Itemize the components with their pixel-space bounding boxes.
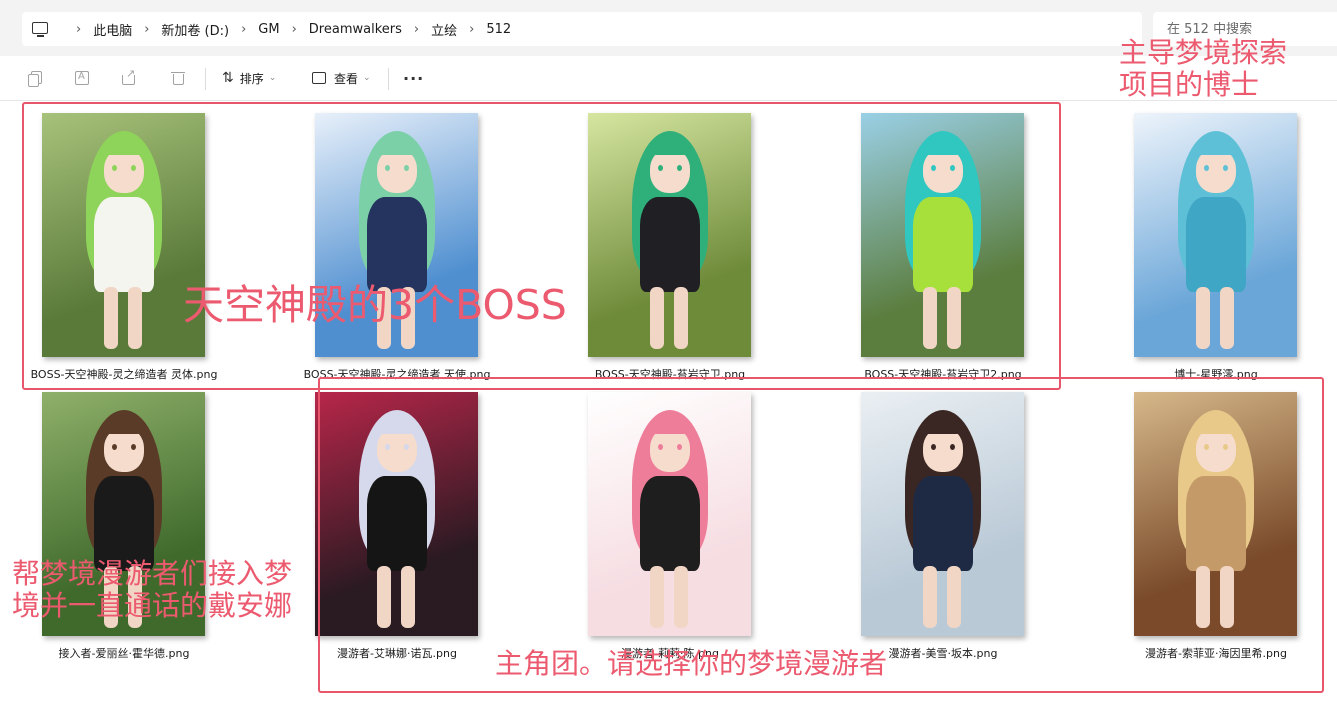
breadcrumb-gm[interactable]: GM [258, 22, 279, 37]
doctor-annotation-line: 主导梦境探索 [1119, 36, 1288, 69]
file-name[interactable]: 接入者-爱丽丝·霍华德.png [0, 645, 254, 661]
view-icon [312, 72, 326, 84]
chevron-down-icon: ⌄ [363, 73, 371, 83]
chevron-right-icon[interactable]: › [469, 22, 474, 37]
chevron-down-icon: ⌄ [268, 73, 277, 83]
computer-icon[interactable] [32, 22, 50, 37]
more-icon: ··· [403, 68, 425, 88]
sort-label: 排序 [239, 71, 264, 86]
sort-icon: ⇅ [222, 70, 234, 86]
view-label: 查看 [334, 71, 359, 86]
rename-button[interactable] [75, 68, 89, 88]
chevron-right-icon[interactable]: › [292, 22, 297, 37]
copy-icon [28, 71, 42, 87]
image-thumbnail[interactable] [1134, 113, 1297, 357]
connector-annotation: 帮梦境漫游者们接入梦 境并一直通话的戴安娜 [12, 557, 293, 623]
team-highlight-box [318, 377, 1324, 693]
breadcrumb[interactable]: › 此电脑 › 新加卷 (D:) › GM › Dreamwalkers › 立… [22, 12, 1142, 46]
view-button[interactable]: 查看 ⌄ [312, 68, 371, 88]
chevron-right-icon[interactable]: › [414, 22, 419, 37]
search-input[interactable] [1167, 21, 1327, 37]
trash-icon [171, 71, 185, 85]
rename-icon [75, 71, 89, 85]
connector-annotation-line: 帮梦境漫游者们接入梦 [12, 557, 293, 590]
chevron-right-icon[interactable]: › [144, 22, 149, 37]
breadcrumb-drive-d[interactable]: 新加卷 (D:) [161, 20, 229, 39]
doctor-annotation-line: 项目的博士 [1119, 68, 1260, 102]
share-icon [122, 67, 136, 85]
doctor-annotation: 主导梦境探索 项目的博士 [1119, 36, 1288, 102]
breadcrumb-portraits[interactable]: 立绘 [431, 20, 457, 39]
sort-button[interactable]: ⇅ 排序 ⌄ [222, 68, 276, 88]
breadcrumb-this-pc[interactable]: 此电脑 [93, 20, 132, 39]
share-button[interactable] [122, 67, 136, 88]
chevron-right-icon[interactable]: › [76, 22, 81, 37]
breadcrumb-dreamwalkers[interactable]: Dreamwalkers [309, 22, 402, 37]
team-annotation: 主角团。请选择你的梦境漫游者 [495, 647, 888, 680]
more-options-button[interactable]: ··· [403, 68, 424, 88]
toolbar-divider [205, 68, 206, 90]
copy-button[interactable] [28, 68, 42, 88]
boss-highlight-box [22, 102, 1061, 390]
connector-annotation-line: 境并一直通话的戴安娜 [12, 589, 293, 623]
toolbar-divider [388, 68, 389, 90]
chevron-right-icon[interactable]: › [241, 22, 246, 37]
breadcrumb-512[interactable]: 512 [486, 22, 511, 37]
boss-annotation: 天空神殿的3个BOSS [183, 281, 567, 329]
delete-button[interactable] [171, 68, 185, 88]
